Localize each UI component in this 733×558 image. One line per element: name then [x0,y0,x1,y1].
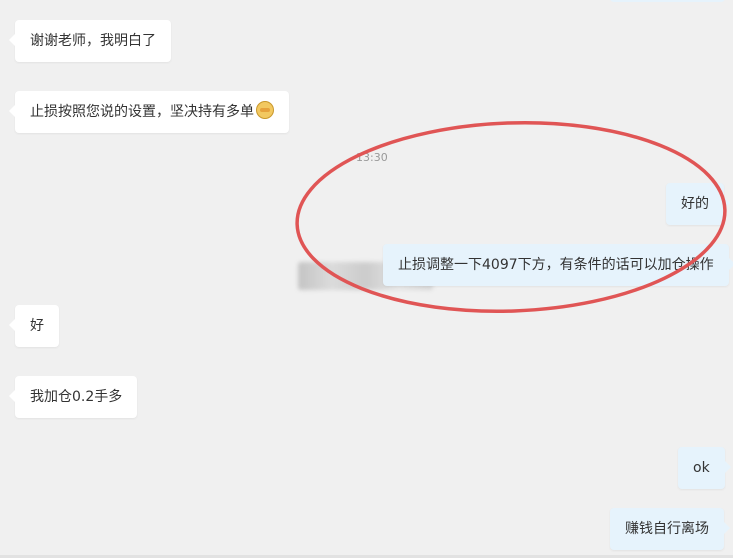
message-bubble-incoming[interactable]: 谢谢老师，我明白了 [9,20,171,62]
fist-emoji-icon [256,101,274,119]
message-text: 好的 [681,196,709,212]
message-text: 好 [30,318,44,334]
chat-message-area: 谢谢老师，我明白了 止损按照您说的设置，坚决持有多单 13:30 好的 止损调整… [0,0,733,558]
message-text: ok [693,460,710,476]
message-text: 止损调整一下4097下方，有条件的话可以加仓操作 [398,257,714,273]
message-bubble-incoming[interactable]: 我加仓0.2手多 [8,376,138,418]
message-bubble-outgoing[interactable]: 止损调整一下4097下方，有条件的话可以加仓操作 [383,244,733,286]
message-bubble-incoming[interactable]: 止损按照您说的设置，坚决持有多单 [9,91,289,133]
message-bubble-outgoing[interactable]: ok [678,447,731,489]
message-bubble-outgoing[interactable]: 赚钱自行离场 [610,508,730,550]
message-text: 我加仓0.2手多 [30,389,123,405]
message-text: 赚钱自行离场 [625,521,709,537]
message-timestamp: 13:30 [356,151,388,164]
message-text: 止损按照您说的设置，坚决持有多单 [30,104,254,120]
message-bubble-incoming[interactable]: 好 [9,305,59,347]
message-text: 谢谢老师，我明白了 [30,33,156,49]
previous-message-bubble-edge [610,0,725,2]
message-bubble-outgoing[interactable]: 好的 [666,183,730,225]
